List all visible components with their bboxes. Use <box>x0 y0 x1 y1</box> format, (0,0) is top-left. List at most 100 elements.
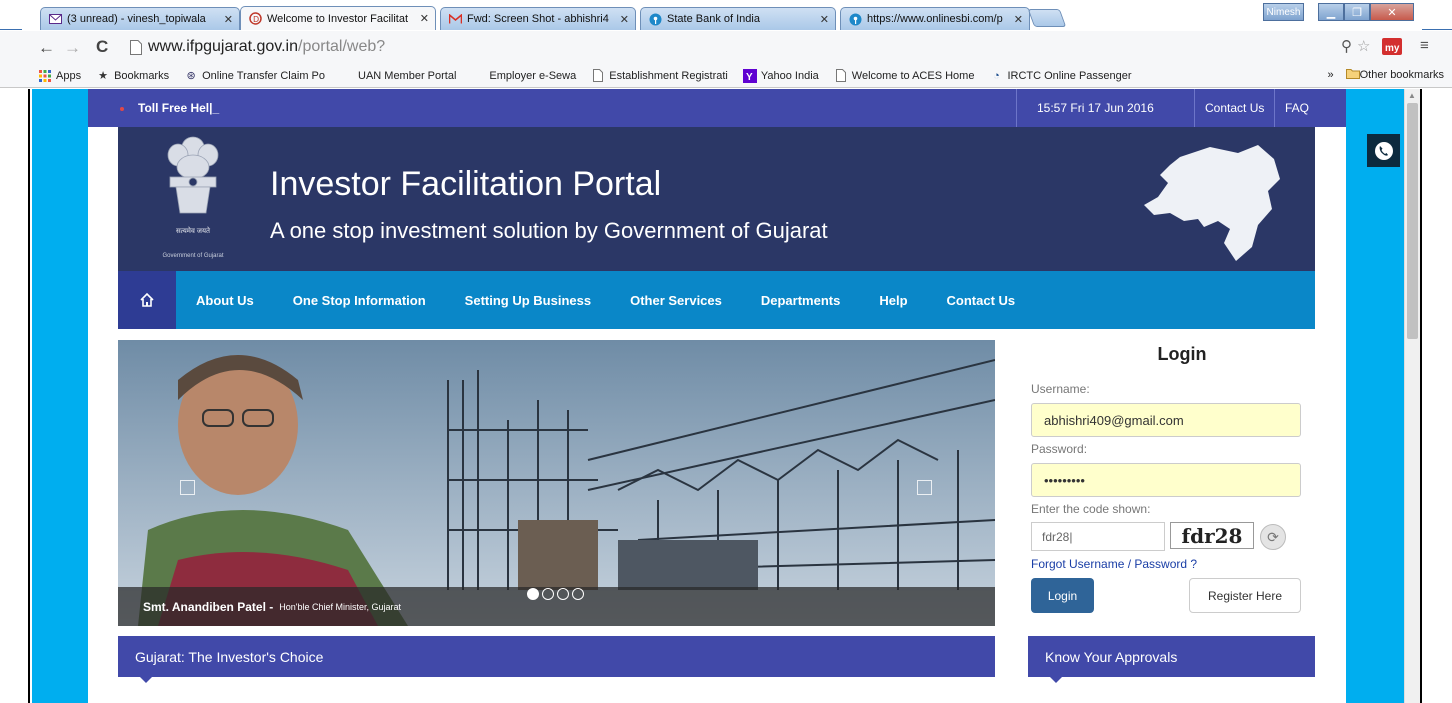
bookmark-label: Employer e-Sewa <box>489 69 577 82</box>
new-tab-button[interactable] <box>1027 9 1067 27</box>
slider-dot[interactable] <box>572 588 584 600</box>
profile-button[interactable]: Nimesh <box>1263 3 1304 21</box>
login-panel: Login Username: abhishri409@gmail.com Pa… <box>1028 340 1316 626</box>
close-icon[interactable]: ✕ <box>820 13 829 26</box>
nav-one-stop-information[interactable]: One Stop Information <box>293 293 426 308</box>
slider-dot[interactable] <box>557 588 569 600</box>
scrollbar-thumb[interactable] <box>1407 103 1418 339</box>
top-contact-us-link[interactable]: Contact Us <box>1194 89 1274 127</box>
login-button[interactable]: Login <box>1031 578 1094 613</box>
right-margin <box>1420 89 1452 703</box>
faq-link[interactable]: FAQ <box>1274 89 1319 127</box>
caption-role: Hon'ble Chief Minister, Gujarat <box>279 601 402 612</box>
nav-setting-up-business[interactable]: Setting Up Business <box>465 293 591 308</box>
close-icon[interactable]: ✕ <box>224 13 233 26</box>
portal-tagline: A one stop investment solution by Govern… <box>270 218 828 243</box>
maximize-button[interactable]: ❐ <box>1344 3 1370 21</box>
bookmark-establishment[interactable]: Establishment Registrati <box>591 69 728 83</box>
extension-icon[interactable]: ⚲ <box>1341 37 1352 55</box>
close-window-button[interactable]: ✕ <box>1370 3 1414 21</box>
forgot-credentials-link[interactable]: Forgot Username / Password ? <box>1031 557 1197 571</box>
nav-contact-us[interactable]: Contact Us <box>947 293 1016 308</box>
hero-image <box>118 340 995 626</box>
bookmark-apps[interactable]: Apps <box>38 69 81 83</box>
browser-tab-strip: (3 unread) - vinesh_topiwala ✕ D Welcome… <box>0 0 1452 30</box>
nav-help[interactable]: Help <box>879 293 907 308</box>
menu-icon[interactable]: ≡ <box>1420 37 1429 54</box>
star-icon[interactable]: ☆ <box>1357 37 1370 55</box>
my-extension-icon[interactable]: my <box>1382 38 1402 59</box>
bookmark-label: Welcome to ACES Home <box>851 69 975 82</box>
password-label: Password: <box>1031 442 1088 456</box>
caption-name: Smt. Anandiben Patel - <box>143 599 274 614</box>
refresh-captcha-icon[interactable]: ⟳ <box>1260 524 1286 550</box>
address-bar[interactable]: www.ifpgujarat.gov.in/portal/web? <box>130 36 1280 58</box>
minimize-button[interactable]: ▁ <box>1318 3 1344 21</box>
bookmark-bookmarks[interactable]: ★ Bookmarks <box>96 69 169 83</box>
svg-text:Y: Y <box>746 72 753 83</box>
username-label: Username: <box>1031 382 1090 396</box>
bookmark-uan[interactable]: UAN Member Portal <box>340 69 456 83</box>
forward-icon[interactable]: → <box>64 38 81 58</box>
sbi-icon <box>849 13 862 26</box>
reload-icon[interactable]: C <box>96 37 108 57</box>
irctc-icon: ◔ <box>993 69 1000 82</box>
close-icon[interactable]: ✕ <box>1014 13 1023 26</box>
section-investors-choice: Gujarat: The Investor's Choice <box>118 636 995 683</box>
bookmark-online-transfer[interactable]: ⊛ Online Transfer Claim Po <box>184 69 326 83</box>
bookmark-yahoo[interactable]: Y Yahoo India <box>742 68 819 83</box>
close-icon[interactable]: ✕ <box>420 12 429 25</box>
phone-icon[interactable] <box>1367 134 1400 167</box>
section-know-approvals: Know Your Approvals <box>1028 636 1315 683</box>
toll-free-helpline[interactable]: Toll Free Hel|_ <box>120 101 219 115</box>
section-notch <box>140 677 152 683</box>
tab-mail[interactable]: (3 unread) - vinesh_topiwala ✕ <box>40 7 240 30</box>
slider-next-button[interactable] <box>917 480 932 495</box>
blank-page-icon <box>471 69 485 83</box>
tab-investor-portal[interactable]: D Welcome to Investor Facilitat ✕ <box>240 6 436 30</box>
hero-slider[interactable]: Smt. Anandiben Patel - Hon'ble Chief Min… <box>118 340 995 626</box>
page-viewport: ▲ Toll Free Hel|_ 15:57 Fri 17 Jun 2016 … <box>0 89 1452 703</box>
nav-departments[interactable]: Departments <box>761 293 840 308</box>
gmail-icon <box>449 13 462 26</box>
bookmark-aces[interactable]: Welcome to ACES Home <box>834 69 975 83</box>
vertical-scrollbar[interactable]: ▲ <box>1404 89 1420 703</box>
bookmark-label: Establishment Registrati <box>609 69 728 82</box>
tab-label: (3 unread) - vinesh_topiwala <box>67 13 206 25</box>
svg-text:my: my <box>1385 43 1400 54</box>
nav-about-us[interactable]: About Us <box>196 293 254 308</box>
blank-page-icon <box>340 69 354 83</box>
bookmark-label: IRCTC Online Passenger <box>1007 69 1132 82</box>
scroll-up-icon[interactable]: ▲ <box>1408 91 1416 100</box>
tab-onlinesbi[interactable]: https://www.onlinesbi.com/p ✕ <box>840 7 1030 30</box>
captcha-input[interactable]: fdr28| <box>1031 522 1165 551</box>
tab-label: Welcome to Investor Facilitat <box>267 12 409 25</box>
home-icon[interactable] <box>118 271 176 329</box>
nav-other-services[interactable]: Other Services <box>630 293 722 308</box>
site-icon: D <box>249 12 262 25</box>
emblem-motto: सत्यमेव जयते <box>176 226 211 235</box>
captcha-image: fdr28 <box>1170 522 1254 549</box>
bookmark-esewa[interactable]: Employer e-Sewa <box>471 69 576 83</box>
other-bookmarks[interactable]: » Other bookmarks <box>1328 68 1444 82</box>
tab-sbi[interactable]: State Bank of India ✕ <box>640 7 836 30</box>
yahoo-icon: Y <box>742 68 757 83</box>
tab-gmail[interactable]: Fwd: Screen Shot - abhishri4 ✕ <box>440 7 636 30</box>
url-host: www.ifpgujarat.gov.in <box>148 38 298 55</box>
top-strip: Toll Free Hel|_ 15:57 Fri 17 Jun 2016 Co… <box>88 89 1346 127</box>
slider-dot[interactable] <box>542 588 554 600</box>
username-input[interactable]: abhishri409@gmail.com <box>1031 403 1301 437</box>
date-time: 15:57 Fri 17 Jun 2016 <box>1016 89 1174 127</box>
slider-dot[interactable] <box>527 588 539 600</box>
slider-prev-button[interactable] <box>180 480 195 495</box>
back-icon[interactable]: ← <box>38 38 55 58</box>
bookmark-irctc[interactable]: ◔ IRCTC Online Passenger <box>989 69 1131 83</box>
ashoka-emblem-logo: सत्यमेव जयते Government of Gujarat <box>148 133 238 263</box>
toll-free-text: Toll Free Hel|_ <box>138 101 220 115</box>
password-input[interactable]: ••••••••• <box>1031 463 1301 497</box>
close-icon[interactable]: ✕ <box>620 13 629 26</box>
register-button[interactable]: Register Here <box>1189 578 1301 613</box>
bookmarks-bar: Apps ★ Bookmarks ⊛ Online Transfer Claim… <box>0 64 1452 88</box>
chevron-right-icon[interactable]: » <box>1328 69 1334 81</box>
portal-title: Investor Facilitation Portal <box>270 165 662 203</box>
